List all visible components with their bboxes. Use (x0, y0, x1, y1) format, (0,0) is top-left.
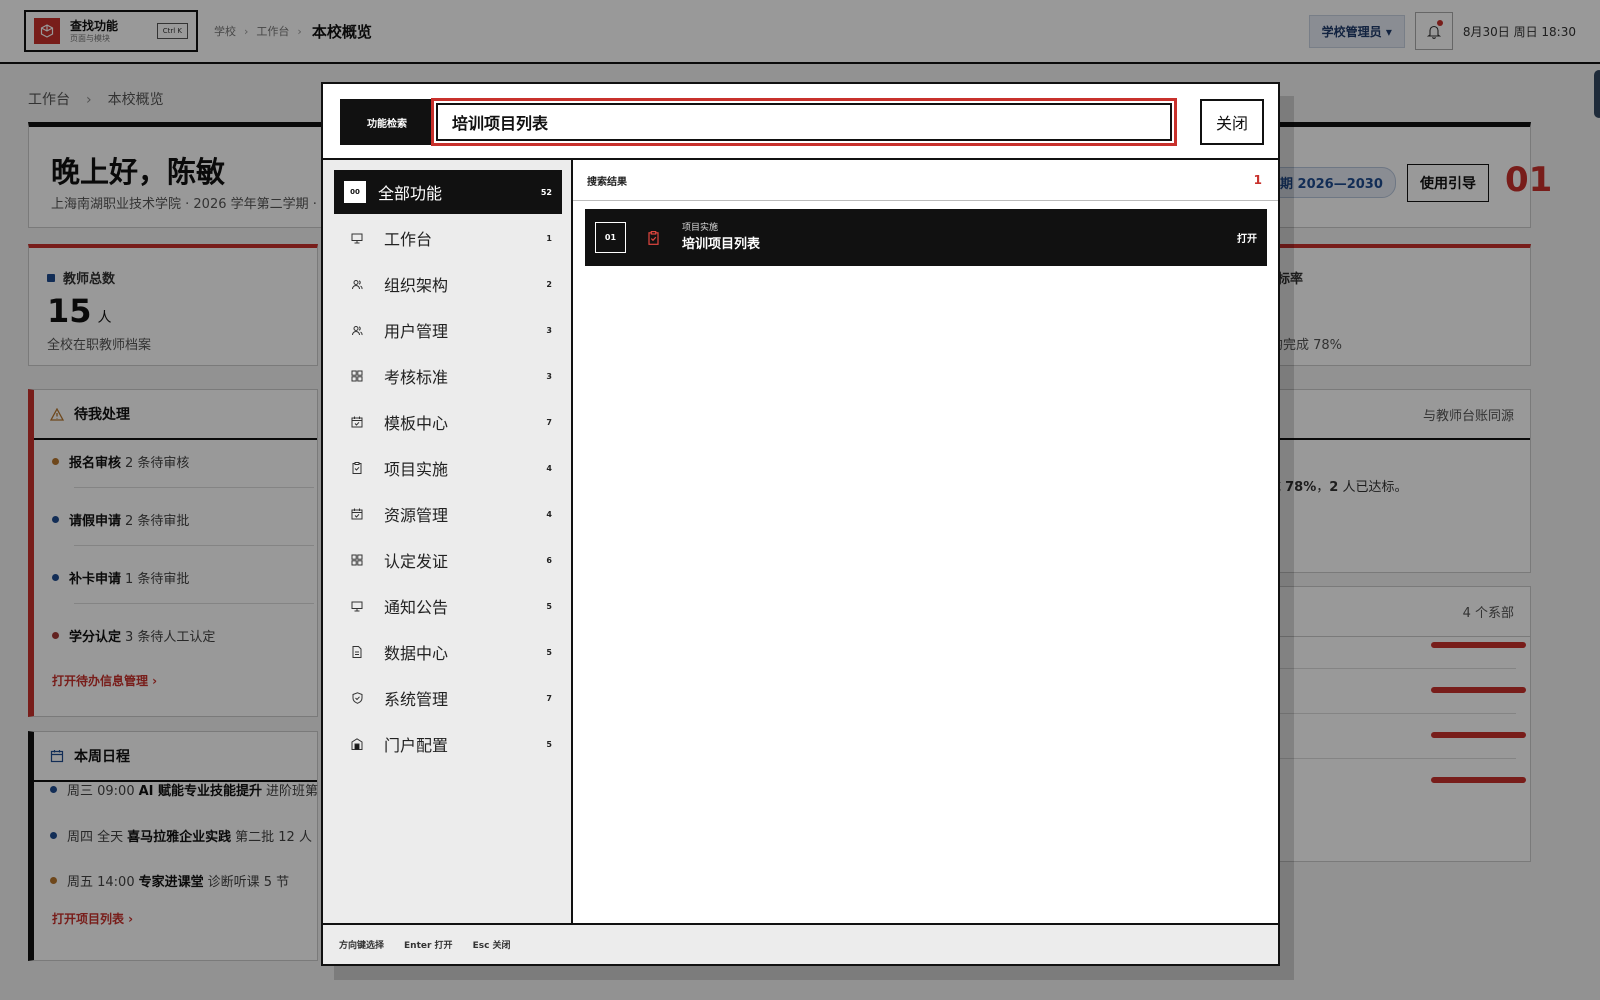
results-label: 搜索结果 (587, 176, 627, 188)
category-label: 考核标准 (384, 368, 449, 387)
category-label: 模板中心 (384, 414, 449, 433)
search-field-wrapper (431, 98, 1177, 146)
modal-header: 功能检索 关闭 (323, 84, 1278, 160)
category-item-resources[interactable]: 资源管理 4 (334, 492, 562, 536)
category-label: 用户管理 (384, 322, 449, 341)
category-count: 52 (540, 187, 552, 197)
category-item-portal[interactable]: 门户配置 5 (334, 722, 562, 766)
result-item[interactable]: 01 项目实施 培训项目列表 打开 (585, 209, 1267, 266)
category-count: 5 (546, 739, 552, 749)
category-label: 全部功能 (378, 184, 443, 203)
category-sidebar: 00 全部功能 52 工作台 1 组织架构 2 用户管理 3 考核标准 3 模板… (323, 160, 573, 923)
result-number: 01 (595, 222, 626, 253)
grid-icon (348, 554, 366, 566)
clipboard-icon (348, 462, 366, 474)
category-label: 门户配置 (384, 736, 449, 755)
side-drawer-tab[interactable] (1594, 70, 1600, 118)
category-item-standards[interactable]: 考核标准 3 (334, 354, 562, 398)
category-count: 4 (546, 463, 552, 473)
keyboard-hints: 方向键选择 Enter 打开 Esc 关闭 (323, 923, 1278, 964)
category-item-data-center[interactable]: 数据中心 5 (334, 630, 562, 674)
close-button[interactable]: 关闭 (1200, 99, 1264, 145)
search-input[interactable] (436, 103, 1172, 141)
open-button[interactable]: 打开 (1237, 230, 1257, 245)
category-item-notices[interactable]: 通知公告 5 (334, 584, 562, 628)
shield-icon (348, 692, 366, 704)
category-item-users[interactable]: 用户管理 3 (334, 308, 562, 352)
category-item-organization[interactable]: 组织架构 2 (334, 262, 562, 306)
category-label: 系统管理 (384, 690, 449, 709)
category-label: 数据中心 (384, 644, 449, 663)
category-item-projects[interactable]: 项目实施 4 (334, 446, 562, 490)
category-label: 通知公告 (384, 598, 449, 617)
category-count: 5 (546, 601, 552, 611)
category-count: 1 (546, 233, 552, 243)
building-icon (348, 738, 366, 750)
calendar-check-icon (348, 508, 366, 520)
users-icon (348, 279, 366, 290)
category-count: 3 (546, 325, 552, 335)
category-label: 工作台 (384, 230, 433, 249)
monitor-icon (348, 601, 366, 612)
results-count: 1 (1253, 173, 1262, 187)
category-count: 7 (546, 693, 552, 703)
hint-arrow-keys: 方向键选择 (339, 941, 385, 951)
category-item-certification[interactable]: 认定发证 6 (334, 538, 562, 582)
category-count: 2 (546, 279, 552, 289)
grid-icon (348, 370, 366, 382)
modal-tag: 功能检索 (340, 99, 434, 145)
results-header: 搜索结果 1 (573, 160, 1278, 201)
feature-search-modal: 功能检索 关闭 00 全部功能 52 工作台 1 组织架构 2 用户管理 3 (321, 82, 1280, 966)
category-item-all[interactable]: 00 全部功能 52 (334, 170, 562, 214)
result-title: 培训项目列表 (682, 236, 761, 252)
calendar-check-icon (348, 416, 366, 428)
document-icon (348, 646, 366, 658)
users-icon (348, 325, 366, 336)
clipboard-icon (648, 230, 662, 245)
category-item-workbench[interactable]: 工作台 1 (334, 216, 562, 260)
category-item-system[interactable]: 系统管理 7 (334, 676, 562, 720)
hint-esc: Esc 关闭 (472, 941, 511, 951)
all-icon: 00 (344, 181, 366, 203)
category-label: 资源管理 (384, 506, 449, 525)
category-count: 6 (546, 555, 552, 565)
result-category: 项目实施 (682, 222, 719, 233)
category-count: 5 (546, 647, 552, 657)
category-count: 3 (546, 371, 552, 381)
category-item-templates[interactable]: 模板中心 7 (334, 400, 562, 444)
category-label: 认定发证 (384, 552, 449, 571)
hint-enter: Enter 打开 (404, 941, 453, 951)
monitor-icon (348, 233, 366, 244)
category-label: 项目实施 (384, 460, 449, 479)
results-area: 搜索结果 1 01 项目实施 培训项目列表 打开 (573, 160, 1278, 923)
category-label: 组织架构 (384, 276, 449, 295)
category-count: 4 (546, 509, 552, 519)
category-count: 7 (546, 417, 552, 427)
